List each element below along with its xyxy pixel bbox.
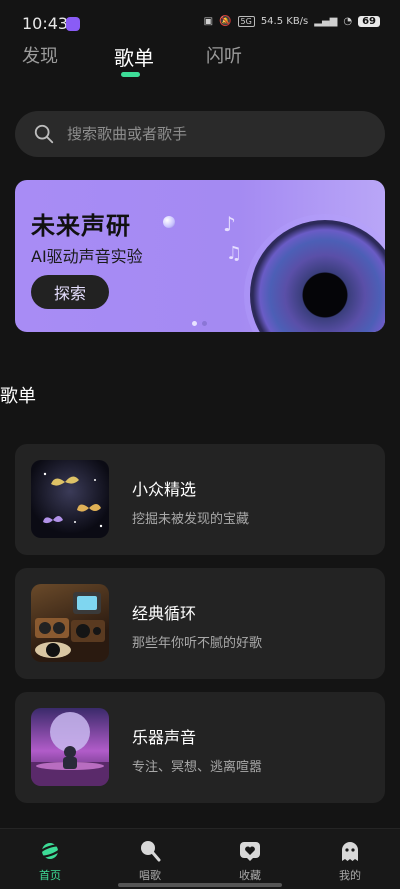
playlist-desc: 挖掘未被发现的宝藏 (132, 512, 250, 527)
carousel-dot[interactable] (202, 321, 207, 326)
status-bar: 10:43 ▣ 🔕 5G 54.5 KB/s ▂▄▆ ◔ 69 (0, 0, 400, 44)
nav-label: 首页 (39, 869, 61, 882)
promo-banner[interactable]: 未来声研 AI驱动声音实验 探索 ♪ ♫ (15, 180, 385, 332)
nav-label: 我的 (339, 869, 361, 882)
status-icons: ▣ 🔕 5G 54.5 KB/s ▂▄▆ ◔ 69 (204, 16, 380, 27)
status-time: 10:43 (22, 14, 69, 33)
sim-icon: ▣ (203, 16, 214, 27)
carousel-dot[interactable] (192, 321, 197, 326)
playlist-name: 小众精选 (132, 480, 197, 499)
orb-decoration (163, 216, 175, 228)
search-input[interactable] (67, 125, 347, 143)
music-note-icon: ♫ (226, 243, 243, 264)
network-speed: 54.5 KB/s (260, 16, 309, 27)
mute-icon: 🔕 (219, 16, 232, 27)
playlist-name: 经典循环 (132, 604, 197, 623)
planet-icon (38, 843, 62, 859)
carousel-dots (192, 321, 207, 326)
playlist-desc: 专注、冥想、逃离喧嚣 (132, 760, 263, 775)
battery-level: 69 (358, 16, 380, 27)
playlist-desc: 那些年你听不腻的好歌 (132, 636, 263, 651)
nav-favorites[interactable]: 收藏 (200, 829, 300, 889)
tab-playlists[interactable]: 歌单 (114, 42, 206, 71)
wifi-icon: ◔ (343, 16, 353, 27)
nav-profile[interactable]: 我的 (300, 829, 400, 889)
banner-subtitle: AI驱动声音实验 (31, 247, 143, 266)
retro-radio-image (31, 584, 109, 662)
active-tab-indicator (121, 72, 140, 77)
vinyl-center (303, 273, 347, 317)
network-type: 5G (237, 16, 255, 27)
nav-label: 唱歌 (139, 869, 161, 882)
nav-label: 收藏 (239, 869, 261, 882)
search-bar[interactable] (15, 111, 385, 157)
app-notification-icon (66, 17, 80, 31)
playlist-card[interactable]: 小众精选 挖掘未被发现的宝藏 (15, 444, 385, 555)
microphone-icon (141, 841, 161, 862)
top-tabs: 发现 歌单 闪听 (22, 42, 298, 71)
heart-icon (240, 842, 260, 861)
bottom-nav: 首页 唱歌 收藏 我的 (0, 828, 400, 889)
tab-discover[interactable]: 发现 (22, 42, 114, 71)
music-note-icon: ♪ (223, 212, 236, 236)
signal-icon: ▂▄▆ (314, 16, 338, 27)
playlist-name: 乐器声音 (132, 728, 197, 747)
nav-home[interactable]: 首页 (0, 829, 100, 889)
astronaut-planet-image (31, 708, 109, 786)
ghost-icon (342, 842, 358, 861)
banner-title: 未来声研 (31, 212, 131, 240)
explore-button[interactable]: 探索 (31, 275, 109, 309)
tab-quick-listen[interactable]: 闪听 (206, 42, 298, 71)
nav-sing[interactable]: 唱歌 (100, 829, 200, 889)
butterflies-image (31, 460, 109, 538)
playlist-card[interactable]: 乐器声音 专注、冥想、逃离喧嚣 (15, 692, 385, 803)
playlist-card[interactable]: 经典循环 那些年你听不腻的好歌 (15, 568, 385, 679)
search-icon (34, 124, 54, 144)
home-indicator (118, 883, 282, 887)
section-title: 歌单 (0, 386, 36, 407)
